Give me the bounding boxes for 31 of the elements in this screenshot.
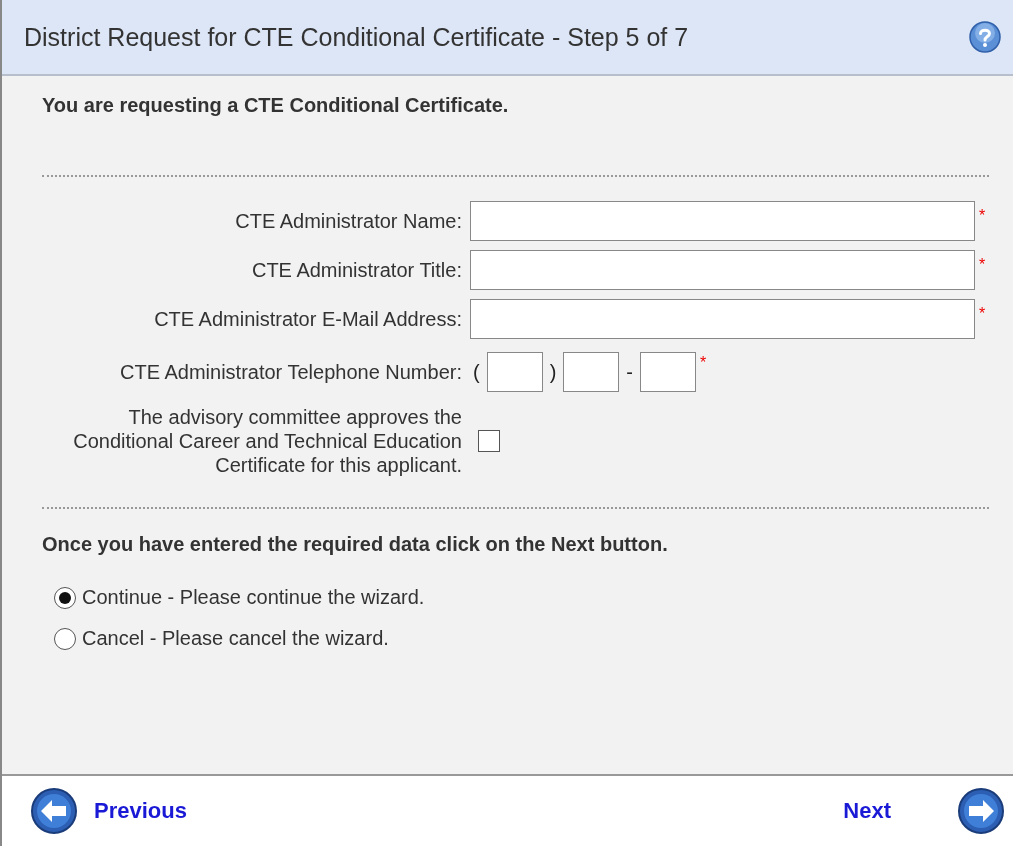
- area-code-field[interactable]: [486, 352, 543, 392]
- help-icon[interactable]: [969, 21, 1001, 53]
- input-field[interactable]: [470, 299, 975, 339]
- required-mark: *: [979, 207, 986, 225]
- field-label: CTE Administrator Telephone Number:: [119, 360, 462, 384]
- option-label: Cancel - Please cancel the wizard.: [82, 627, 389, 650]
- window-title: District Request for CTE Conditional Certificate - Step 5 of 7: [24, 22, 689, 52]
- field-label: The advisory committee approves the Conditional Career and Technical Education Certificate for this applicant.: [72, 405, 462, 477]
- option-label: Continue - Please continue the wizard.: [82, 586, 425, 609]
- previous-link[interactable]: Previous: [94, 798, 187, 824]
- line-number-field[interactable]: [640, 352, 696, 392]
- dash-text: -: [625, 360, 634, 384]
- required-mark: *: [700, 354, 707, 372]
- instruction-text: Once you have entered the required data click on the Next button.: [42, 533, 669, 556]
- next-link[interactable]: Next: [843, 798, 891, 824]
- input-field[interactable]: [470, 250, 975, 290]
- field-label: CTE Administrator Title:: [250, 258, 462, 282]
- intro-text: You are requesting a CTE Conditional Certificate.: [42, 94, 510, 117]
- radio-button[interactable]: [54, 586, 76, 609]
- paren-text: (: [472, 360, 481, 384]
- radio-button[interactable]: [54, 627, 76, 650]
- required-mark: *: [979, 305, 986, 323]
- radio-option[interactable]: Cancel - Please cancel the wizard.: [54, 627, 989, 650]
- input-field[interactable]: [470, 201, 975, 241]
- field-label: CTE Administrator Name:: [234, 209, 462, 233]
- paren-text: ): [548, 360, 558, 384]
- field-label: CTE Administrator E-Mail Address:: [153, 307, 462, 331]
- radio-option[interactable]: Continue - Please continue the wizard.: [54, 586, 989, 609]
- checkbox[interactable]: [478, 430, 500, 452]
- prefix-field[interactable]: [563, 352, 620, 392]
- required-mark: *: [979, 256, 986, 274]
